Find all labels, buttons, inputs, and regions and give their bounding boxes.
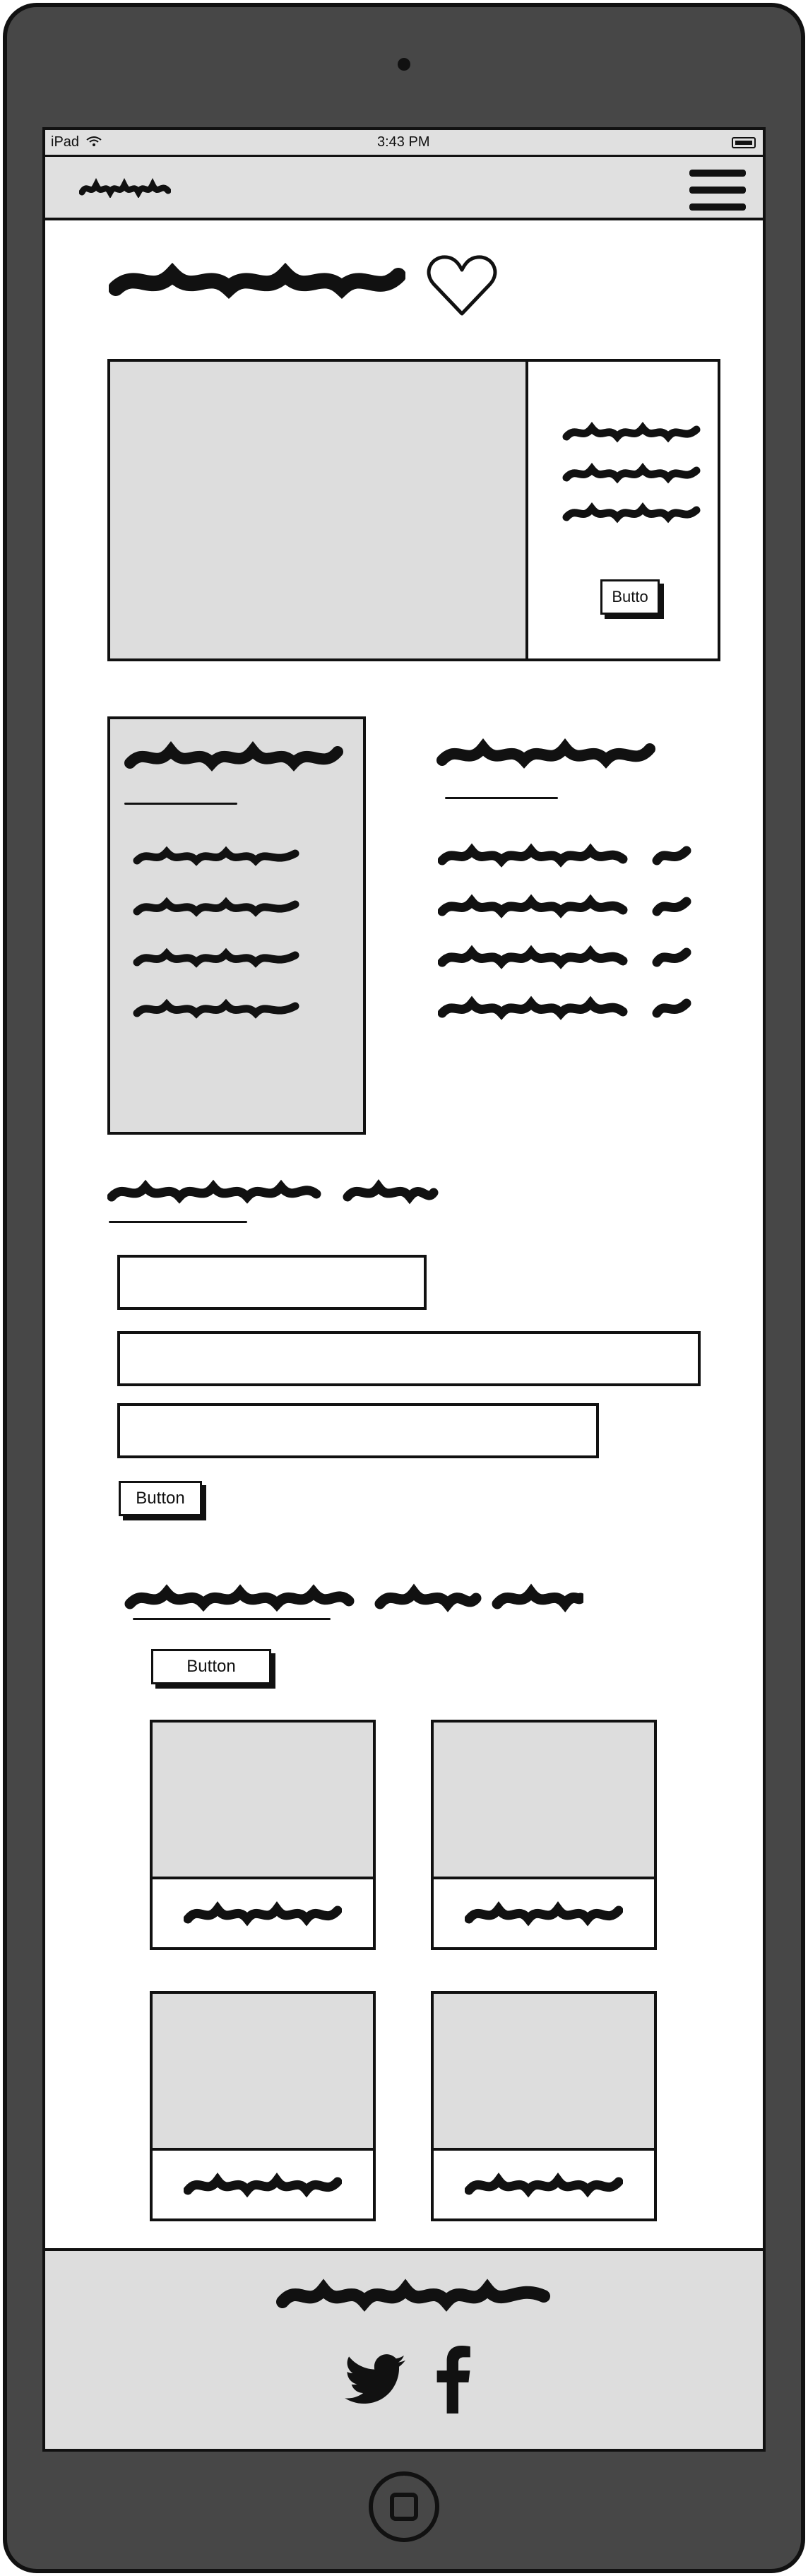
gallery-heading bbox=[124, 1580, 583, 1615]
status-bar: iPad 3:43 PM bbox=[45, 130, 763, 157]
app-header bbox=[45, 157, 763, 220]
heading-underline bbox=[124, 803, 237, 805]
heading-underline bbox=[445, 797, 558, 799]
feature-list-heading bbox=[124, 739, 343, 774]
hamburger-menu-icon[interactable] bbox=[689, 170, 746, 212]
gallery-card[interactable] bbox=[431, 1720, 657, 1950]
list-item bbox=[133, 844, 299, 868]
footer bbox=[45, 2248, 763, 2449]
page-title bbox=[109, 254, 405, 304]
footer-text bbox=[275, 2275, 551, 2315]
card-caption bbox=[465, 1898, 623, 1927]
screen: iPad 3:43 PM Butto Button Button bbox=[42, 127, 766, 2452]
home-button-icon bbox=[390, 2493, 418, 2521]
clock: 3:43 PM bbox=[377, 134, 430, 150]
facebook-icon[interactable] bbox=[435, 2346, 470, 2413]
list-item bbox=[133, 996, 299, 1020]
info-line bbox=[438, 841, 692, 869]
battery-icon bbox=[732, 137, 756, 148]
card-caption bbox=[184, 2169, 342, 2199]
info-heading bbox=[436, 736, 655, 772]
form-heading bbox=[107, 1176, 439, 1207]
wifi-icon bbox=[86, 136, 102, 150]
heading-underline bbox=[133, 1618, 331, 1620]
hero-image-placeholder bbox=[110, 362, 528, 658]
list-item bbox=[133, 894, 299, 918]
card-image-placeholder bbox=[434, 1723, 654, 1879]
gallery-card[interactable] bbox=[150, 1720, 376, 1950]
form-field-medium[interactable] bbox=[117, 1403, 599, 1458]
form-field-full[interactable] bbox=[117, 1331, 701, 1386]
hero-text-line bbox=[562, 500, 701, 524]
info-line bbox=[438, 892, 692, 920]
form-submit-button[interactable]: Button bbox=[119, 1481, 202, 1516]
card-image-placeholder bbox=[153, 1723, 373, 1879]
device-label: iPad bbox=[51, 134, 80, 150]
feature-list-card bbox=[107, 716, 366, 1135]
hero-card: Butto bbox=[107, 359, 720, 661]
card-caption bbox=[465, 2169, 623, 2199]
gallery-button[interactable]: Button bbox=[151, 1649, 271, 1684]
twitter-icon[interactable] bbox=[345, 2353, 405, 2406]
info-line bbox=[438, 993, 692, 1022]
hero-text-line bbox=[562, 461, 701, 485]
gallery-card[interactable] bbox=[150, 1991, 376, 2221]
form-field-short[interactable] bbox=[117, 1255, 427, 1310]
list-item bbox=[133, 945, 299, 969]
heading-underline bbox=[109, 1221, 247, 1223]
gallery-card[interactable] bbox=[431, 1991, 657, 2221]
card-image-placeholder bbox=[153, 1994, 373, 2151]
hero-text-line bbox=[562, 420, 701, 444]
camera-dot bbox=[398, 58, 410, 71]
card-caption bbox=[184, 1898, 342, 1927]
info-line bbox=[438, 943, 692, 971]
logo-text[interactable] bbox=[79, 178, 171, 198]
hero-button[interactable]: Butto bbox=[600, 579, 660, 615]
card-image-placeholder bbox=[434, 1994, 654, 2151]
heart-icon[interactable] bbox=[427, 254, 497, 318]
